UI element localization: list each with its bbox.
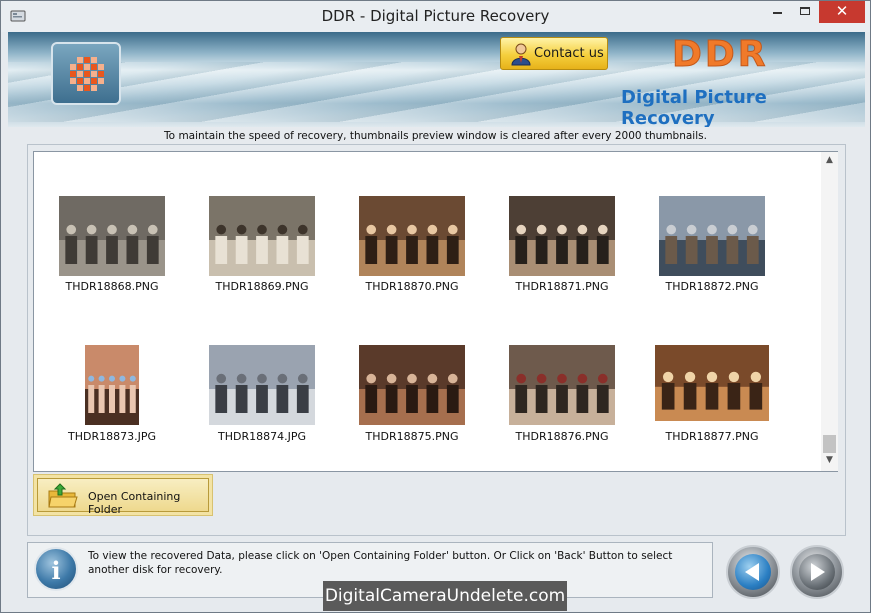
thumbnail-image [509,345,615,425]
title-bar[interactable]: DDR - Digital Picture Recovery ✕ [1,1,870,32]
thumbnail-filename: THDR18875.PNG [365,430,459,443]
scroll-up-icon[interactable]: ▲ [821,155,838,169]
thumbnail-item[interactable]: THDR18873.JPG [47,152,177,452]
thumbnail-item[interactable]: THDR18877.PNG [647,152,777,452]
next-button-face [799,554,835,590]
back-arrow-icon [745,563,759,581]
contact-us-label: Contact us [534,46,604,61]
thumbnail-image [85,345,139,425]
back-button-face [735,554,771,590]
minimize-button[interactable] [764,1,790,23]
thumbnail-item[interactable]: THDR18875.PNG [347,152,477,452]
open-folder-label: Open Containing Folder [88,490,181,516]
maximize-icon [799,7,810,15]
thumbnail-preview-panel[interactable]: THDR18868.PNG THDR18869.PNG THDR18870.PNG T… [33,151,838,472]
thumbnail-filename: THDR18876.PNG [515,430,609,443]
open-folder-button-face: Open Containing Folder [37,478,209,516]
open-containing-folder-button[interactable]: Open Containing Folder [33,474,213,516]
contact-us-button[interactable]: Contact us [500,37,608,70]
thumbnail-item[interactable]: THDR18876.PNG [497,152,627,452]
instruction-text: To view the recovered Data, please click… [88,550,673,576]
thumbnail-image [655,345,769,421]
close-icon: ✕ [835,2,849,20]
next-button[interactable] [790,545,844,599]
scroll-down-icon[interactable]: ▼ [821,455,838,469]
watermark-text: DigitalCameraUndelete.com [323,581,567,611]
thumbnail-filename: THDR18877.PNG [665,430,759,443]
info-button[interactable]: i [34,547,78,591]
thumbnail-filename: THDR18874.JPG [218,430,306,443]
open-folder-icon [48,483,78,508]
thumbnail-image [209,345,315,425]
thumbnail-filename: THDR18873.JPG [68,430,156,443]
info-icon: i [51,556,61,585]
thumbnail-notice: To maintain the speed of recovery, thumb… [164,130,707,142]
back-button[interactable] [726,545,780,599]
window-title: DDR - Digital Picture Recovery [321,7,550,25]
brand-subtitle: Digital Picture Recovery [621,87,767,127]
next-arrow-icon [811,563,825,581]
thumbnail-image [359,345,465,425]
vertical-scrollbar[interactable]: ▲ ▼ [821,152,838,471]
maximize-button[interactable] [791,1,818,23]
thumbnail-item[interactable]: THDR18874.JPG [197,152,327,452]
brand-logo-text: DDR [672,34,769,76]
ddr-logo-icon [70,57,104,91]
minimize-icon [772,12,782,14]
scroll-thumb[interactable] [823,435,836,453]
header-banner: Contact us DDR Digital Picture Recovery [8,32,865,127]
close-button[interactable]: ✕ [819,1,865,23]
app-window: DDR - Digital Picture Recovery ✕ Contact… [0,0,871,613]
person-icon [511,43,531,66]
ddr-logo-tile [51,42,121,105]
